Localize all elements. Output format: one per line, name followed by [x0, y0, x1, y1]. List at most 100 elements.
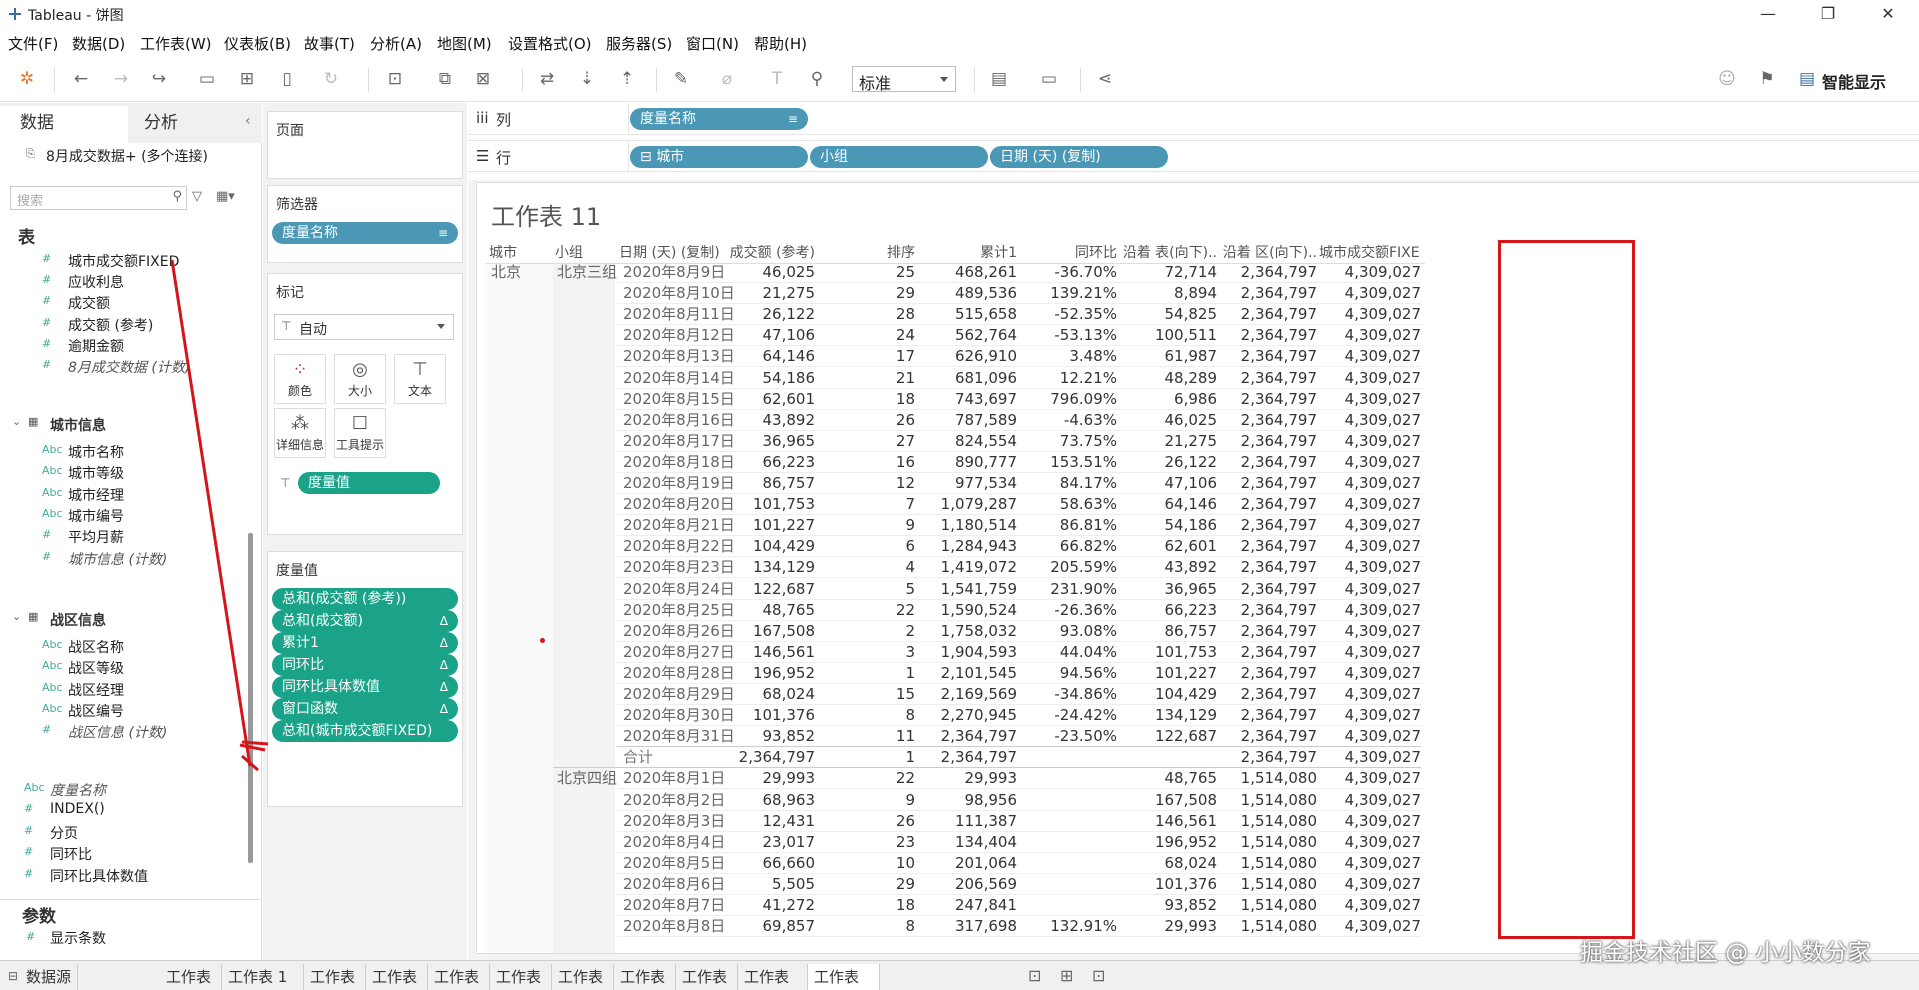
date-cell[interactable]: 2020年8月5日: [623, 853, 725, 874]
search-input[interactable]: 搜索 ⚲: [10, 186, 187, 210]
param-field[interactable]: 显示条数: [50, 928, 106, 948]
row-header-group[interactable]: 北京四组: [557, 768, 617, 789]
datasource-name[interactable]: 8月成交数据+ (多个连接): [46, 146, 208, 166]
row-header-city[interactable]: 北京: [491, 262, 521, 283]
date-cell[interactable]: 2020年8月8日: [623, 916, 725, 937]
minimize-button[interactable]: —: [1746, 2, 1790, 26]
rows-pill-group[interactable]: 小组: [810, 146, 988, 168]
column-header[interactable]: 同环比: [1017, 242, 1117, 260]
new-worksheet-tab-icon[interactable]: ⊡: [1028, 966, 1041, 985]
data-guide-icon[interactable]: ☺: [1716, 68, 1738, 90]
size-button[interactable]: ◎ 大小: [334, 354, 386, 404]
group-zone-info[interactable]: 战区信息: [50, 610, 106, 634]
date-cell[interactable]: 2020年8月2日: [623, 790, 725, 811]
measure-value-pill[interactable]: 总和(城市成交额FIXED): [272, 720, 458, 742]
sheet-tab[interactable]: 工作表 9: [676, 964, 738, 990]
menu-map[interactable]: 地图(M): [437, 33, 492, 54]
rows-shelf[interactable]: ☰ 行 ⊟ 城市 小组 日期 (天) (复制): [468, 140, 1919, 173]
measure-value-pill[interactable]: 总和(成交额 (参考)): [272, 588, 458, 610]
menu-window[interactable]: 窗口(N): [686, 33, 739, 54]
measure-value-pill[interactable]: 总和(成交额) Δ: [272, 610, 458, 632]
pages-card[interactable]: 页面: [267, 111, 463, 179]
column-header[interactable]: 成交额 (参考): [715, 242, 815, 260]
pause-update-icon[interactable]: ▯: [276, 68, 298, 90]
menu-worksheet[interactable]: 工作表(W): [140, 33, 212, 54]
swap-rows-columns-icon[interactable]: ⇄: [536, 68, 558, 90]
column-header[interactable]: 沿着 区(向下)..: [1217, 242, 1317, 260]
text-button[interactable]: ⊤ 文本: [394, 354, 446, 404]
column-header[interactable]: 城市成交额FIXE..: [1319, 242, 1421, 260]
rows-pill-city[interactable]: ⊟ 城市: [630, 146, 808, 168]
sheet-tab[interactable]: 工作表 5: [428, 964, 490, 990]
column-header[interactable]: 日期 (天) (复制): [619, 242, 719, 260]
column-header[interactable]: 小组: [555, 242, 615, 260]
field-item[interactable]: # 同环比具体数值: [24, 864, 224, 888]
pane-icon[interactable]: ⚑: [1756, 68, 1778, 90]
show-cards-icon[interactable]: ▤: [988, 68, 1010, 90]
menu-file[interactable]: 文件(F): [8, 33, 58, 54]
column-header[interactable]: 城市: [489, 242, 529, 260]
sort-ascending-icon[interactable]: ⇣: [576, 68, 598, 90]
replay-icon[interactable]: ↪: [148, 68, 170, 90]
menu-format[interactable]: 设置格式(O): [508, 33, 592, 54]
show-me-icon[interactable]: ▤: [1796, 68, 1818, 90]
menu-help[interactable]: 帮助(H): [754, 33, 807, 54]
refresh-icon[interactable]: ↻: [320, 68, 342, 90]
presentation-mode-icon[interactable]: ▭: [1038, 68, 1060, 90]
restore-button[interactable]: ❐: [1806, 2, 1850, 26]
sheet-tab[interactable]: 工作表 6: [490, 964, 552, 990]
sheet-tab[interactable]: 工作表 8: [614, 964, 676, 990]
datasource-tab[interactable]: 数据源: [20, 964, 79, 990]
sheet-tab[interactable]: 工作表 4: [366, 964, 428, 990]
expand-chevron-icon[interactable]: ⌄: [12, 610, 21, 623]
measure-value-pill[interactable]: 窗口函数 Δ: [272, 698, 458, 720]
measure-value-pill[interactable]: 累计1 Δ: [272, 632, 458, 654]
date-cell[interactable]: 2020年8月6日: [623, 874, 725, 895]
column-header[interactable]: 沿着 表(向下)..: [1117, 242, 1217, 260]
measure-value-pill[interactable]: 同环比 Δ: [272, 654, 458, 676]
rows-pill-date[interactable]: 日期 (天) (复制): [990, 146, 1168, 168]
sheet-tab[interactable]: 工作表 7: [552, 964, 614, 990]
new-worksheet-icon[interactable]: ⊡: [384, 68, 406, 90]
filters-card[interactable]: 筛选器 度量名称 ≡: [267, 185, 463, 263]
color-button[interactable]: ⁘ 颜色: [274, 354, 326, 404]
mark-type-dropdown[interactable]: ⊤ 自动: [274, 314, 454, 340]
column-header[interactable]: 排序: [817, 242, 915, 260]
show-labels-icon[interactable]: T: [766, 68, 788, 90]
sheet-tab[interactable]: 工作表 11: [808, 964, 880, 990]
menu-server[interactable]: 服务器(S): [606, 33, 672, 54]
sheet-tab[interactable]: 工作表 1: [160, 964, 222, 990]
group-members-icon[interactable]: ⌀: [716, 68, 738, 90]
sort-descending-icon[interactable]: ⇡: [616, 68, 638, 90]
mark-pill-measure-values[interactable]: 度量值: [298, 472, 440, 494]
new-dashboard-tab-icon[interactable]: ⊞: [1060, 966, 1073, 985]
tab-analysis[interactable]: 分析: [124, 106, 262, 140]
clear-sheet-icon[interactable]: ⊠: [472, 68, 494, 90]
redo-icon[interactable]: →: [110, 68, 132, 90]
field-item[interactable]: Abc 度量名称: [24, 778, 224, 802]
pin-axes-icon[interactable]: ⚲: [806, 68, 828, 90]
columns-shelf[interactable]: iii 列 度量名称 ≡: [468, 103, 1919, 135]
date-cell[interactable]: 2020年8月4日: [623, 832, 725, 853]
measure-value-pill[interactable]: 同环比具体数值 Δ: [272, 676, 458, 698]
date-cell[interactable]: 2020年8月1日: [623, 768, 725, 789]
menu-analysis[interactable]: 分析(A): [370, 33, 422, 54]
date-cell[interactable]: 2020年8月7日: [623, 895, 725, 916]
detail-button[interactable]: ⁂ 详细信息: [274, 408, 326, 458]
column-header[interactable]: 累计1: [917, 242, 1017, 260]
row-header-group[interactable]: 北京三组: [557, 262, 617, 283]
menu-data[interactable]: 数据(D): [72, 33, 125, 54]
field-item[interactable]: # 分页: [24, 821, 224, 845]
field-item[interactable]: # 同环比: [24, 842, 224, 866]
columns-pill-measure-names[interactable]: 度量名称 ≡: [630, 108, 808, 130]
tab-data[interactable]: 数据: [0, 106, 128, 143]
menu-dashboard[interactable]: 仪表板(B): [224, 33, 291, 54]
highlight-icon[interactable]: ✎: [670, 68, 692, 90]
fit-dropdown[interactable]: 标准: [852, 66, 956, 93]
sheet-tab[interactable]: 工作表 10: [738, 964, 808, 990]
date-cell[interactable]: 2020年8月9日: [623, 262, 725, 283]
date-cell[interactable]: 合计: [623, 747, 653, 768]
share-icon[interactable]: ⋖: [1094, 68, 1116, 90]
show-me-button[interactable]: 智能显示: [1822, 69, 1886, 93]
view-options-icon[interactable]: ▦▾: [216, 189, 235, 204]
